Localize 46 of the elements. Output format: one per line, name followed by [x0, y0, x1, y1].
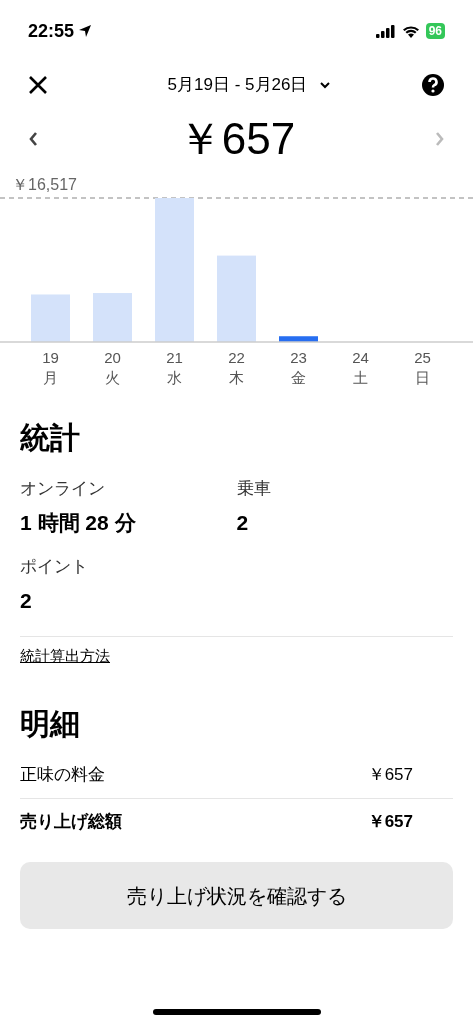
bar[interactable]	[93, 293, 132, 342]
axis-label: 水	[167, 369, 182, 386]
axis-label: 木	[229, 369, 244, 386]
detail-value: ￥657	[367, 764, 413, 787]
view-earnings-button[interactable]: 売り上げ状況を確認する	[20, 862, 453, 929]
max-value-label: ￥16,517	[12, 176, 77, 193]
section-heading: 統計	[20, 420, 81, 456]
axis-label: 土	[353, 369, 368, 386]
detail-label: 売り上げ総額	[20, 810, 122, 833]
bar[interactable]	[155, 198, 194, 342]
stat-value: 1 時間 28 分	[20, 510, 137, 536]
axis-label: 22	[228, 349, 245, 366]
signal-icon	[375, 24, 396, 38]
stat-label: 乗車	[236, 478, 272, 500]
axis-label: 24	[352, 349, 369, 366]
detail-value: ￥657	[367, 810, 413, 833]
status-time: 22:55	[28, 19, 75, 43]
axis-label: 23	[290, 349, 307, 366]
location-arrow-icon	[78, 24, 93, 38]
axis-label: 21	[166, 349, 183, 366]
axis-label: 金	[291, 369, 306, 386]
section-heading: 明細	[20, 706, 81, 742]
stat-value: 2	[20, 588, 33, 614]
axis-label: 25	[414, 349, 431, 366]
axis-label: 月	[43, 369, 58, 386]
bar[interactable]	[31, 294, 70, 342]
chevron-down-icon	[319, 81, 332, 89]
help-icon[interactable]	[421, 73, 445, 97]
axis-label: 火	[105, 369, 120, 386]
stat-label: オンライン	[20, 478, 106, 500]
next-icon[interactable]	[435, 131, 445, 147]
bar[interactable]	[217, 255, 256, 342]
wifi-icon	[401, 24, 420, 38]
date-range-dropdown[interactable]: 5月19日 - 5月26日	[167, 72, 332, 98]
axis-label: 20	[104, 349, 121, 366]
bar[interactable]	[279, 336, 318, 342]
previous-icon[interactable]	[28, 131, 38, 147]
total-amount: ￥657	[177, 117, 296, 161]
stat-value: 2	[236, 510, 250, 536]
stat-label: ポイント	[20, 556, 89, 578]
axis-label: 19	[42, 349, 59, 366]
stats-method-link[interactable]: 統計算出方法	[20, 645, 110, 668]
battery-level: 96	[425, 23, 445, 39]
detail-label: 正味の料金	[20, 764, 105, 787]
close-icon[interactable]	[28, 75, 48, 95]
axis-label: 日	[415, 369, 430, 386]
